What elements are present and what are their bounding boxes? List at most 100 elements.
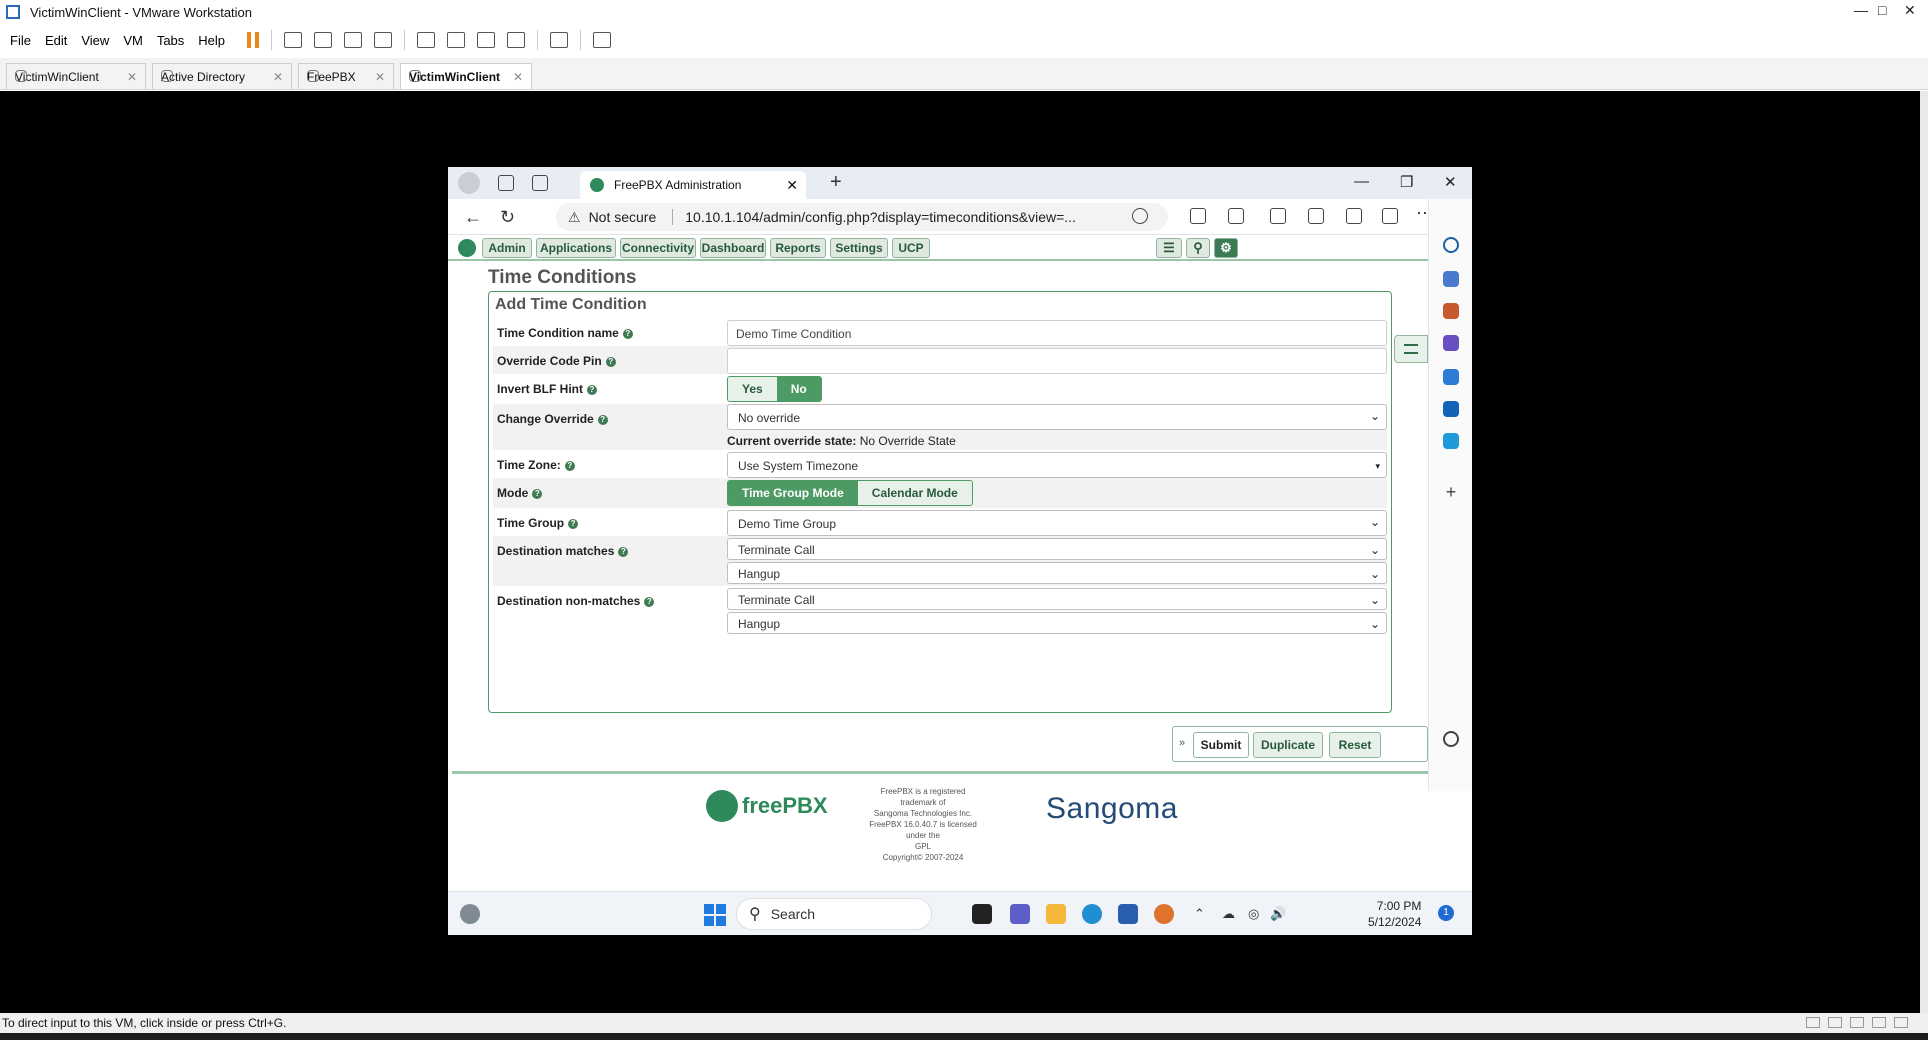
favorites-icon[interactable] xyxy=(1308,208,1324,224)
onedrive-icon[interactable]: ☁ xyxy=(1222,906,1235,922)
tab-close-icon[interactable]: ✕ xyxy=(375,70,385,84)
destination-non-matches-type-select[interactable]: Terminate Call ⌄ xyxy=(727,588,1387,610)
unity-icon[interactable] xyxy=(507,32,526,48)
read-aloud-icon[interactable] xyxy=(1190,208,1206,224)
help-icon[interactable]: ? xyxy=(605,356,616,367)
vm-scrollbar[interactable] xyxy=(1920,91,1928,1013)
task-view-icon[interactable] xyxy=(972,904,992,924)
snapshot-manager-icon[interactable] xyxy=(374,32,393,48)
time-group-select[interactable]: Demo Time Group ⌄ xyxy=(727,510,1387,536)
sangoma-logo[interactable]: Sangoma xyxy=(1046,792,1178,826)
nav-applications[interactable]: Applications xyxy=(536,238,616,258)
extensions-icon[interactable] xyxy=(1382,208,1398,224)
menu-view[interactable]: View xyxy=(81,33,109,48)
freepbx-logo-icon[interactable] xyxy=(458,239,476,257)
revert-snapshot-icon[interactable] xyxy=(344,32,363,48)
collections-icon[interactable] xyxy=(1346,208,1362,224)
search-icon[interactable]: ⚲ xyxy=(1186,238,1210,258)
library-icon[interactable] xyxy=(417,32,436,48)
tab-freepbx[interactable]: FreePBX ✕ xyxy=(298,63,394,89)
browser-close-icon[interactable]: ✕ xyxy=(1444,173,1457,191)
teams-icon[interactable] xyxy=(1010,904,1030,924)
menu-file[interactable]: File xyxy=(10,33,31,48)
time-zone-select[interactable]: Use System Timezone ▾ xyxy=(727,452,1387,478)
file-explorer-icon[interactable] xyxy=(1046,904,1066,924)
send-keys-icon[interactable] xyxy=(284,32,303,48)
duplicate-button[interactable]: Duplicate xyxy=(1253,732,1323,758)
menu-edit[interactable]: Edit xyxy=(45,33,67,48)
sidebar-settings-icon[interactable] xyxy=(1443,731,1459,747)
blf-no-button[interactable]: No xyxy=(776,377,821,401)
destination-matches-type-select[interactable]: Terminate Call ⌄ xyxy=(727,538,1387,560)
workspaces-icon[interactable] xyxy=(498,175,514,191)
close-icon[interactable]: ✕ xyxy=(1904,2,1916,19)
nav-ucp[interactable]: UCP xyxy=(892,238,930,258)
tab-close-icon[interactable]: ✕ xyxy=(273,70,283,84)
reset-button[interactable]: Reset xyxy=(1329,732,1381,758)
fullscreen-icon[interactable] xyxy=(477,32,496,48)
collapse-icon[interactable]: » xyxy=(1179,737,1185,749)
nav-reports[interactable]: Reports xyxy=(770,238,826,258)
search-icon[interactable] xyxy=(1443,237,1459,253)
nav-connectivity[interactable]: Connectivity xyxy=(620,238,696,258)
pause-icon[interactable] xyxy=(247,32,260,48)
settings-gear-icon[interactable]: ⚙ xyxy=(1214,238,1238,258)
zoom-icon[interactable] xyxy=(1132,208,1148,224)
back-icon[interactable]: ← xyxy=(464,207,482,228)
menu-vm[interactable]: VM xyxy=(123,33,143,48)
help-icon[interactable]: ? xyxy=(587,384,597,395)
split-screen-icon[interactable] xyxy=(1270,208,1286,224)
favorite-star-icon[interactable] xyxy=(1228,208,1244,224)
volume-icon[interactable]: 🔊 xyxy=(1270,906,1286,922)
change-override-select[interactable]: No override ⌄ xyxy=(727,404,1387,430)
sound-icon[interactable] xyxy=(1872,1017,1886,1028)
hdd-icon[interactable] xyxy=(1806,1017,1820,1028)
freepbx-logo[interactable]: freePBX xyxy=(706,790,828,822)
url-text[interactable]: 10.10.1.104/admin/config.php?display=tim… xyxy=(685,209,1076,225)
maximize-icon[interactable]: □ xyxy=(1878,2,1886,18)
language-icon[interactable]: ☰ xyxy=(1156,238,1182,258)
tab-close-icon[interactable]: ✕ xyxy=(513,70,523,84)
help-icon[interactable]: ? xyxy=(597,414,608,425)
nav-admin[interactable]: Admin xyxy=(482,238,532,258)
edge-icon[interactable] xyxy=(1082,904,1102,924)
games-icon[interactable] xyxy=(1443,335,1459,351)
submit-button[interactable]: Submit xyxy=(1193,732,1249,758)
browser-tab[interactable]: FreePBX Administration ✕ xyxy=(580,171,806,199)
snapshot-icon[interactable] xyxy=(314,32,333,48)
help-icon[interactable]: ? xyxy=(618,546,629,557)
store-icon[interactable] xyxy=(1118,904,1138,924)
microsoft365-icon[interactable] xyxy=(1443,369,1459,385)
clock[interactable]: 7:00 PM 5/12/2024 xyxy=(1368,898,1421,930)
menu-tabs[interactable]: Tabs xyxy=(157,33,184,48)
blf-yes-button[interactable]: Yes xyxy=(728,377,777,401)
help-icon[interactable]: ? xyxy=(568,518,579,529)
tab-victimwinclient-active[interactable]: VictimWinClient ✕ xyxy=(400,63,532,89)
destination-non-matches-target-select[interactable]: Hangup ⌄ xyxy=(727,612,1387,634)
widgets-icon[interactable] xyxy=(460,904,480,924)
help-icon[interactable]: ? xyxy=(532,488,543,499)
stretch-icon[interactable] xyxy=(593,32,612,48)
browser-minimize-icon[interactable]: — xyxy=(1354,173,1369,190)
tab-active-directory[interactable]: Active Directory ✕ xyxy=(152,63,292,89)
usb-icon[interactable] xyxy=(1850,1017,1864,1028)
console-icon[interactable] xyxy=(550,32,569,48)
time-condition-name-input[interactable]: Demo Time Condition xyxy=(727,320,1387,346)
nav-settings[interactable]: Settings xyxy=(830,238,888,258)
help-icon[interactable]: ? xyxy=(564,460,575,471)
app-icon[interactable] xyxy=(1154,904,1174,924)
nav-dashboard[interactable]: Dashboard xyxy=(700,238,766,258)
profile-icon[interactable] xyxy=(458,172,480,194)
shopping-icon[interactable] xyxy=(1443,271,1459,287)
tab-actions-icon[interactable] xyxy=(532,175,548,191)
list-view-toggle[interactable] xyxy=(1394,335,1428,363)
override-code-pin-input[interactable] xyxy=(727,348,1387,374)
browser-tab-close-icon[interactable]: ✕ xyxy=(786,177,798,194)
minimize-icon[interactable]: — xyxy=(1854,2,1868,18)
notification-badge[interactable]: 1 xyxy=(1438,905,1454,921)
tray-chevron-icon[interactable]: ⌃ xyxy=(1194,906,1205,922)
add-sidebar-icon[interactable]: + xyxy=(1443,483,1459,501)
start-button[interactable] xyxy=(704,904,726,926)
tab-close-icon[interactable]: ✕ xyxy=(127,70,137,84)
thumbnail-icon[interactable] xyxy=(447,32,466,48)
